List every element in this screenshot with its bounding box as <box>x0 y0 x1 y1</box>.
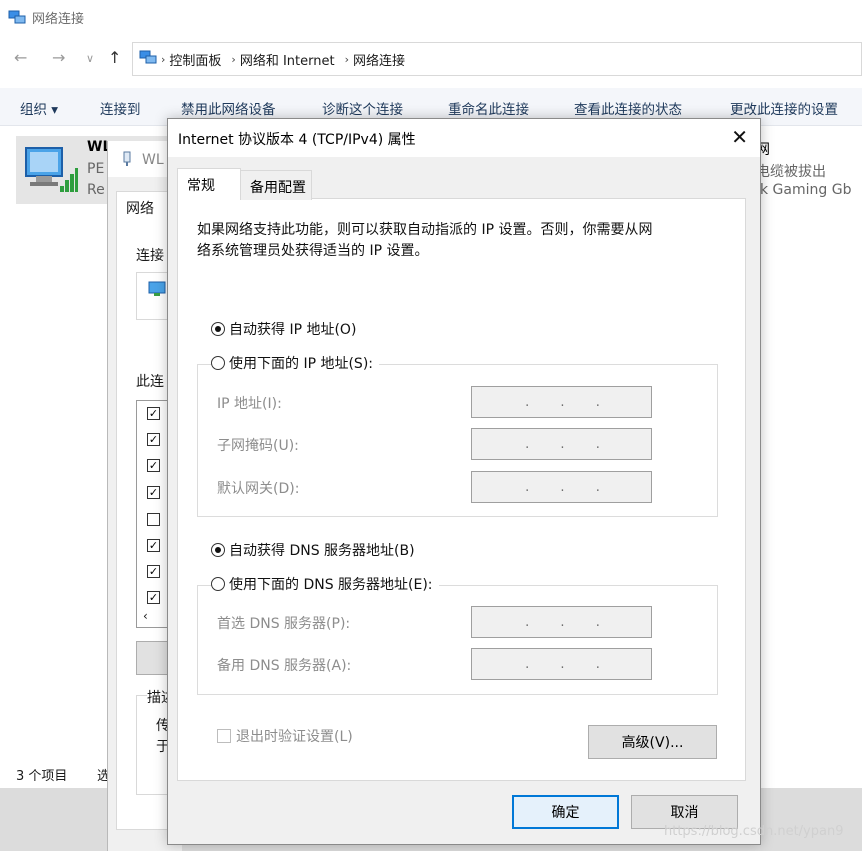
wifi-adapter-icon <box>22 142 78 200</box>
view-status-button[interactable]: 查看此连接的状态 <box>574 98 682 118</box>
scroll-left-icon[interactable]: ‹ <box>143 609 148 623</box>
dialog-title: Internet 协议版本 4 (TCP/IPv4) 属性 <box>178 132 416 148</box>
ip-address-label: IP 地址(I): <box>217 396 282 412</box>
connect-to-button[interactable]: 连接到 <box>100 98 141 118</box>
ip-address-field[interactable]: ... <box>471 386 652 418</box>
wlan-properties-icon <box>122 151 132 171</box>
back-arrow-icon[interactable]: ← <box>14 48 27 67</box>
tab-networking[interactable]: 网络 <box>116 191 168 221</box>
address-bar[interactable]: › 控制面板 › 网络和 Internet › 网络连接 <box>132 42 862 76</box>
intro-line-2: 络系统管理员处获得适当的 IP 设置。 <box>197 243 429 259</box>
preferred-dns-label: 首选 DNS 服务器(P): <box>217 616 351 632</box>
close-icon[interactable]: ✕ <box>731 125 748 149</box>
alternate-dns-field[interactable]: ... <box>471 648 652 680</box>
network-adapter-icon <box>148 281 168 303</box>
ip-manual-label: 使用下面的 IP 地址(S): <box>229 356 373 372</box>
up-arrow-icon[interactable]: ↑ <box>108 48 121 67</box>
connect-using-label: 连接 <box>136 248 164 264</box>
ip-auto-radio[interactable] <box>211 322 225 336</box>
wlan-connection-network: PE <box>87 161 105 177</box>
component-checkbox[interactable]: ✓ <box>147 459 160 472</box>
address-row: ← → ∨ ↑ › 控制面板 › 网络和 Internet › 网络连接 <box>0 40 862 78</box>
recent-chevron-down-icon[interactable]: ∨ <box>86 52 94 65</box>
subnet-mask-field[interactable]: ... <box>471 428 652 460</box>
ip-manual-option[interactable]: 使用下面的 IP 地址(S): <box>211 353 379 373</box>
control-panel-icon <box>139 49 157 69</box>
tab-general[interactable]: 常规 <box>177 168 241 200</box>
breadcrumb-separator-icon: › <box>344 52 349 66</box>
dns-auto-label: 自动获得 DNS 服务器地址(B) <box>229 543 415 559</box>
change-settings-button[interactable]: 更改此连接的设置 <box>730 98 838 118</box>
network-connections-icon <box>8 9 26 25</box>
component-checkbox[interactable]: ✓ <box>147 591 160 604</box>
component-checkbox[interactable]: ✓ <box>147 565 160 578</box>
component-checkbox[interactable] <box>147 513 160 526</box>
validate-on-exit-label: 退出时验证设置(L) <box>236 729 353 745</box>
forward-arrow-icon[interactable]: → <box>52 48 65 67</box>
preferred-dns-field[interactable]: ... <box>471 606 652 638</box>
intro-text: 如果网络支持此功能，则可以获取自动指派的 IP 设置。否则，你需要从网 络系统管… <box>197 220 707 262</box>
wlan-properties-title: WL <box>142 152 164 168</box>
dns-auto-option[interactable]: 自动获得 DNS 服务器地址(B) <box>211 540 415 560</box>
watermark-text: https://blog.csdn.net/ypan9 <box>664 824 844 839</box>
component-checkbox[interactable]: ✓ <box>147 433 160 446</box>
breadcrumb-item-control-panel[interactable]: 控制面板 <box>169 50 221 69</box>
breadcrumb-item-network-internet[interactable]: 网络和 Internet <box>240 50 335 69</box>
breadcrumb-separator-icon: › <box>231 52 236 66</box>
component-checkbox[interactable]: ✓ <box>147 407 160 420</box>
ipv4-dialog-titlebar: Internet 协议版本 4 (TCP/IPv4) 属性 ✕ <box>168 119 760 157</box>
ip-manual-radio[interactable] <box>211 356 225 370</box>
adapter-box <box>136 272 168 320</box>
breadcrumb-item-network-connections[interactable]: 网络连接 <box>353 50 405 69</box>
explorer-title: 网络连接 <box>32 11 85 27</box>
advanced-button[interactable]: 高级(V)... <box>588 725 717 759</box>
breadcrumb-separator-icon: › <box>161 52 166 66</box>
dns-manual-radio[interactable] <box>211 577 225 591</box>
component-checkbox[interactable]: ✓ <box>147 539 160 552</box>
dns-auto-radio[interactable] <box>211 543 225 557</box>
rename-button[interactable]: 重命名此连接 <box>448 98 529 118</box>
validate-on-exit-option[interactable]: 退出时验证设置(L) <box>217 726 353 746</box>
disable-device-button[interactable]: 禁用此网络设备 <box>181 98 276 118</box>
item-count: 3 个项目 <box>16 769 68 784</box>
tab-alternate-configuration[interactable]: 备用配置 <box>240 170 312 200</box>
diagnose-button[interactable]: 诊断这个连接 <box>322 98 403 118</box>
validate-on-exit-checkbox[interactable] <box>217 729 231 743</box>
ip-auto-label: 自动获得 IP 地址(O) <box>229 322 357 338</box>
organize-menu[interactable]: 组织 ▾ <box>20 98 58 118</box>
alternate-dns-label: 备用 DNS 服务器(A): <box>217 658 352 674</box>
subnet-mask-label: 子网掩码(U): <box>217 438 299 454</box>
default-gateway-label: 默认网关(D): <box>217 481 300 497</box>
component-checkbox[interactable]: ✓ <box>147 486 160 499</box>
install-button[interactable] <box>136 641 168 675</box>
default-gateway-field[interactable]: ... <box>471 471 652 503</box>
wlan-connection-adapter: Re <box>87 182 105 198</box>
dns-manual-option[interactable]: 使用下面的 DNS 服务器地址(E): <box>211 574 439 594</box>
components-list[interactable]: ✓ ✓ ✓ ✓ ✓ ✓ ✓ ‹ <box>136 400 168 628</box>
dns-manual-label: 使用下面的 DNS 服务器地址(E): <box>229 577 433 593</box>
ok-button[interactable]: 确定 <box>512 795 619 829</box>
intro-line-1: 如果网络支持此功能，则可以获取自动指派的 IP 设置。否则，你需要从网 <box>197 222 653 238</box>
explorer-titlebar: 网络连接 <box>0 0 862 34</box>
items-label: 此连 <box>136 374 164 390</box>
ip-auto-option[interactable]: 自动获得 IP 地址(O) <box>211 319 356 339</box>
